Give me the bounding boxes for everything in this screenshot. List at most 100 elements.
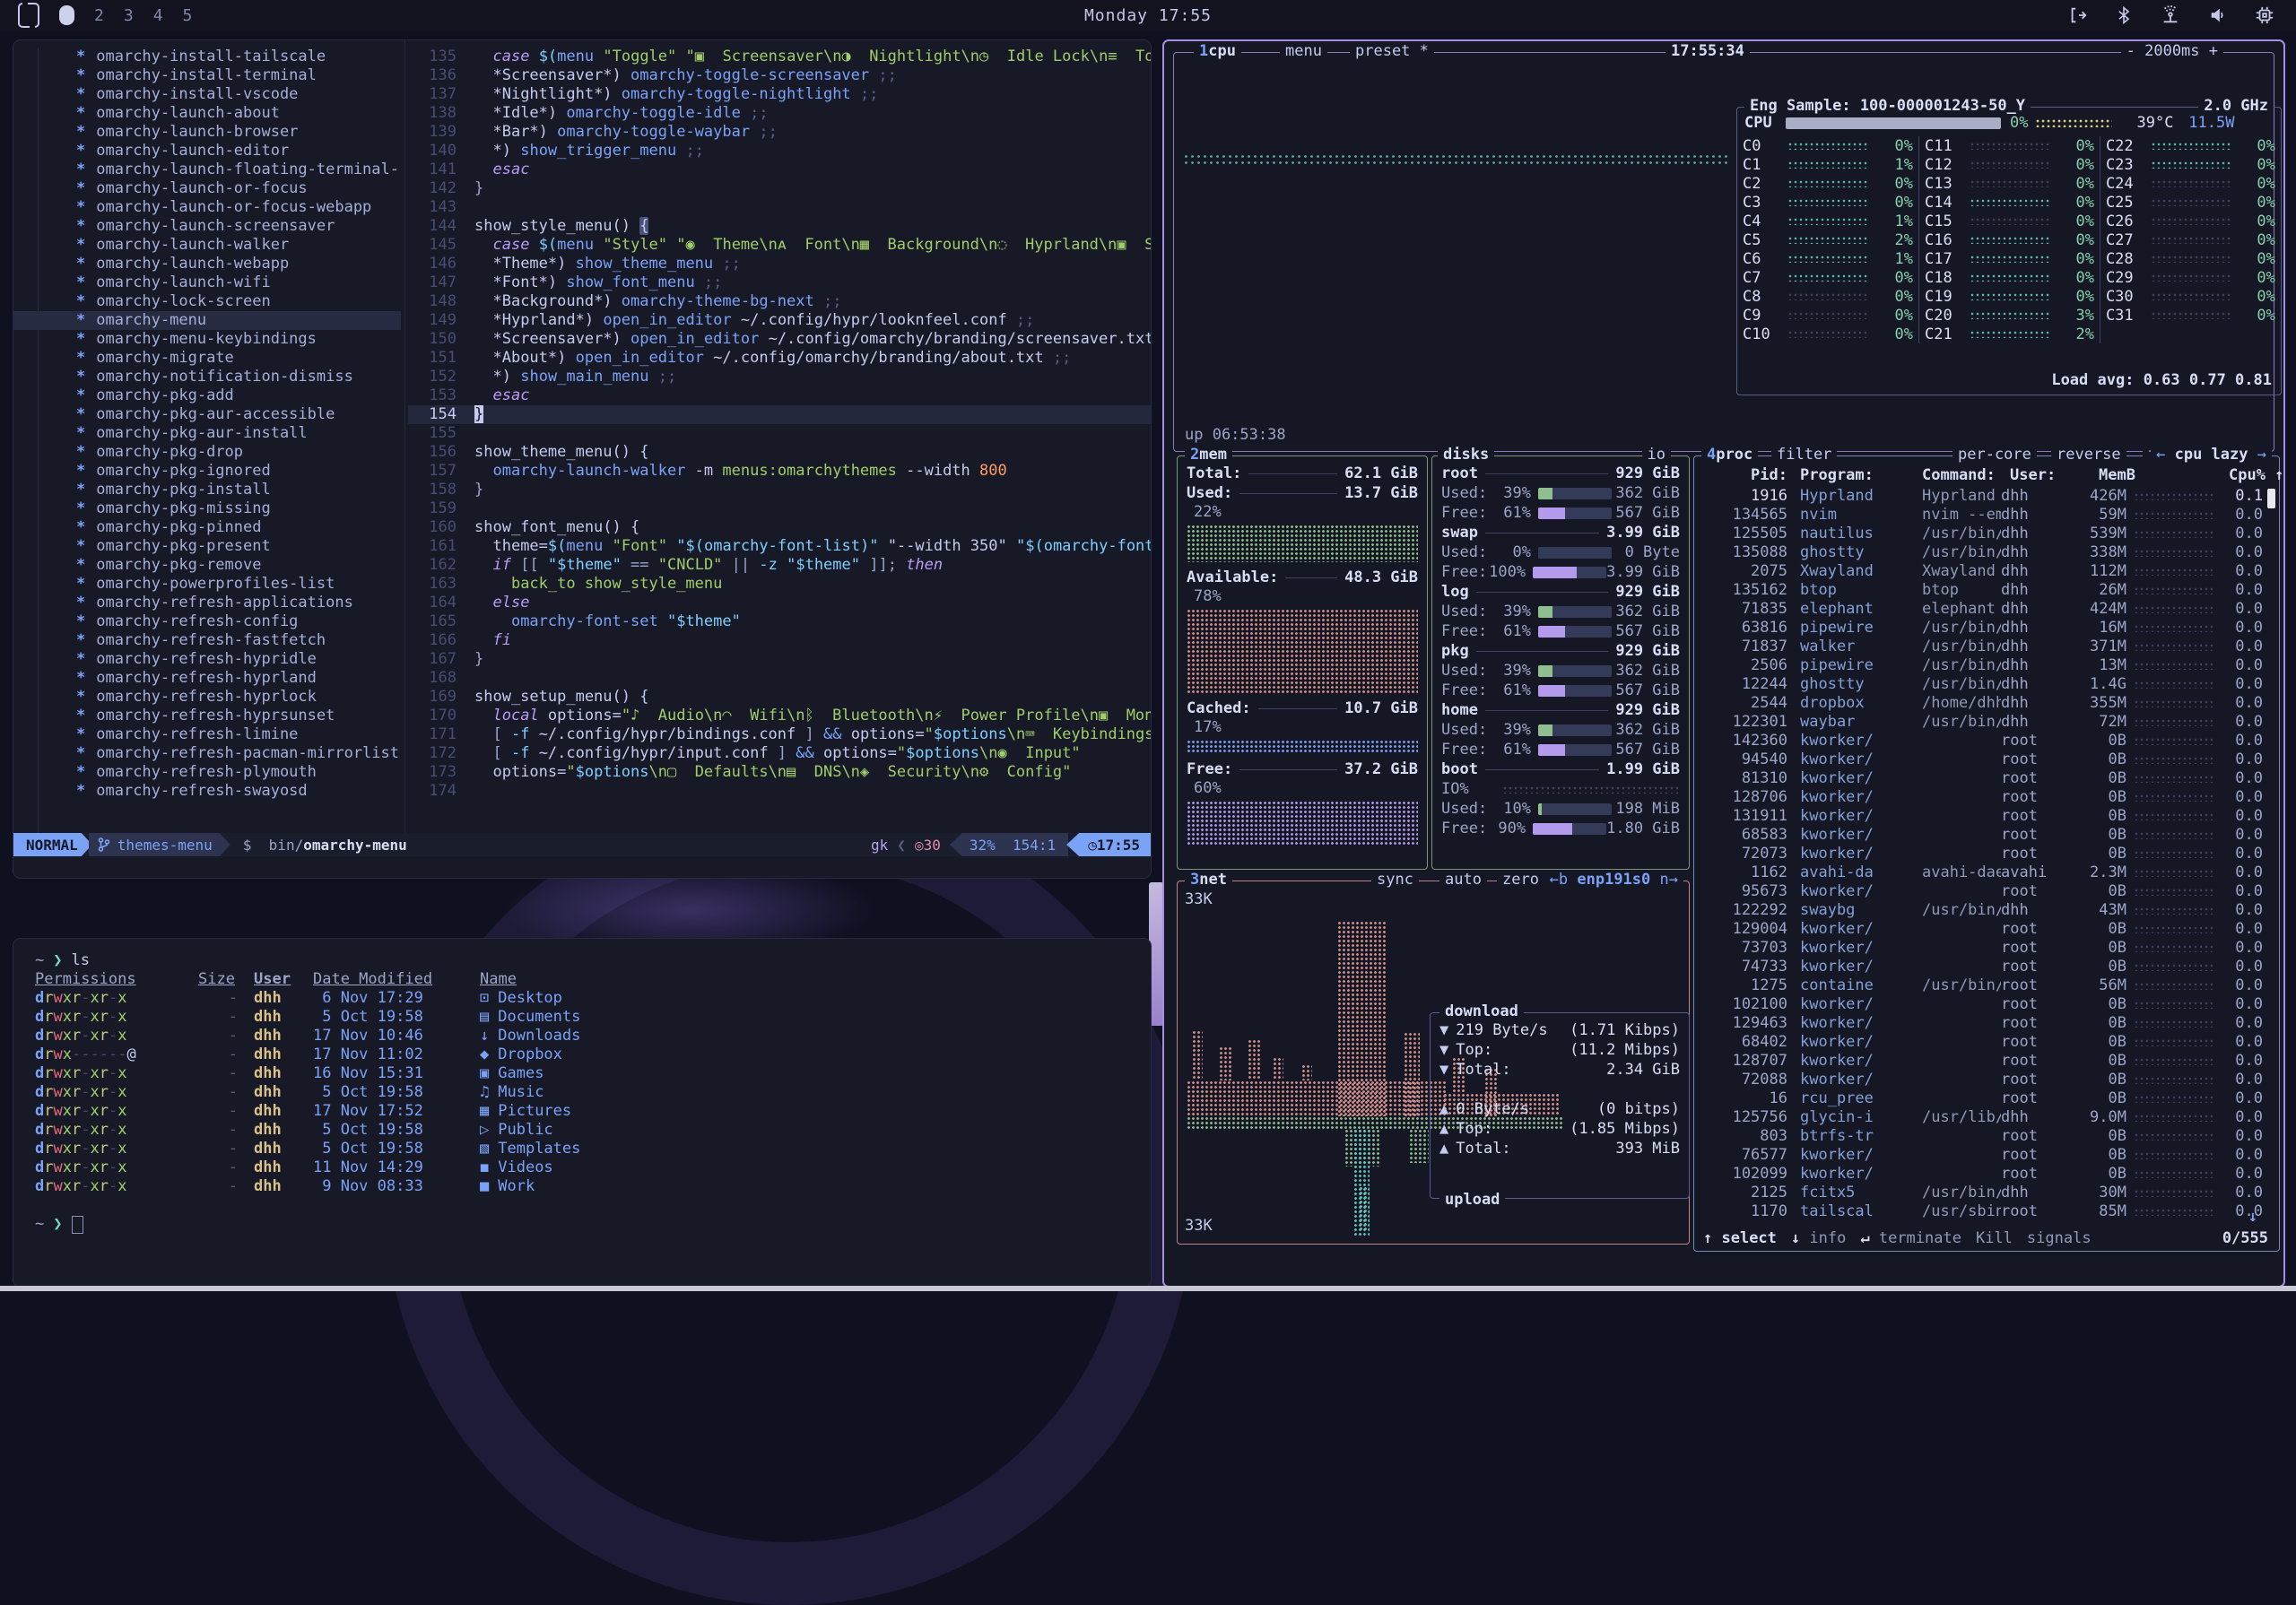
- code-line[interactable]: 164 else: [408, 594, 1151, 612]
- code-line[interactable]: 159: [408, 499, 1151, 518]
- file-list-item[interactable]: *omarchy-install-vscode: [13, 85, 401, 104]
- process-row[interactable]: 102100kworker/root0B0.0: [1701, 995, 2263, 1014]
- process-row[interactable]: 12244ghostty/usr/bin/ghostty --gtk-dhh1.…: [1701, 675, 2263, 694]
- code-line[interactable]: 139 *Bar*) omarchy-toggle-waybar ;;: [408, 123, 1151, 142]
- file-list-item[interactable]: *omarchy-launch-floating-terminal-: [13, 160, 401, 179]
- file-list-item[interactable]: *omarchy-launch-screensaver: [13, 217, 401, 236]
- code-line[interactable]: 144show_style_menu() {: [408, 217, 1151, 236]
- process-row[interactable]: 803btrfs-trroot0B0.0: [1701, 1127, 2263, 1146]
- code-line[interactable]: 174: [408, 782, 1151, 801]
- terminal-cursor[interactable]: [72, 1216, 83, 1234]
- file-list-item[interactable]: *omarchy-launch-wifi: [13, 273, 401, 292]
- file-list-item[interactable]: *omarchy-pkg-ignored: [13, 462, 401, 481]
- code-line[interactable]: 162 if [[ "$theme" == "CNCLD" || -z "$th…: [408, 556, 1151, 575]
- process-row[interactable]: 102099kworker/root0B0.0: [1701, 1165, 2263, 1184]
- file-list-item[interactable]: *omarchy-launch-walker: [13, 236, 401, 255]
- sort-selector[interactable]: ← cpu lazy →: [2151, 446, 2272, 464]
- code-line[interactable]: 145 case $(menu "Style" "◉ Theme\nᴀ Font…: [408, 236, 1151, 255]
- reverse-button[interactable]: reverse: [2051, 446, 2126, 464]
- code-line[interactable]: 168: [408, 669, 1151, 688]
- code-line[interactable]: 148 *Background*) omarchy-theme-bg-next …: [408, 292, 1151, 311]
- code-line[interactable]: 167}: [408, 650, 1151, 669]
- process-row[interactable]: 71837walker/usr/bin/walker --gappldhh371…: [1701, 638, 2263, 656]
- code-line[interactable]: 147 *Font*) show_font_menu ;;: [408, 273, 1151, 292]
- file-list-item[interactable]: *omarchy-pkg-present: [13, 537, 401, 556]
- file-list-item[interactable]: *omarchy-powerprofiles-list: [13, 575, 401, 594]
- volume-icon[interactable]: [2208, 5, 2228, 25]
- code-line[interactable]: 171 [ -f ~/.config/hypr/bindings.conf ] …: [408, 725, 1151, 744]
- file-list-item[interactable]: *omarchy-pkg-pinned: [13, 518, 401, 537]
- logout-icon[interactable]: [2068, 5, 2088, 25]
- file-list-item[interactable]: *omarchy-refresh-config: [13, 612, 401, 631]
- process-row[interactable]: 95673kworker/root0B0.0: [1701, 882, 2263, 901]
- tab-proc[interactable]: 4proc: [1701, 446, 1758, 464]
- code-line[interactable]: 136 *Screensaver*) omarchy-toggle-screen…: [408, 66, 1151, 85]
- process-row[interactable]: 74733kworker/root0B0.0: [1701, 958, 2263, 976]
- process-row[interactable]: 73703kworker/root0B0.0: [1701, 939, 2263, 958]
- proc-column-header[interactable]: MemB: [2082, 465, 2135, 485]
- process-row[interactable]: 81310kworker/root0B0.0: [1701, 769, 2263, 788]
- process-row[interactable]: 76577kworker/root0B0.0: [1701, 1146, 2263, 1165]
- proc-column-header[interactable]: User:: [2010, 465, 2082, 485]
- process-row[interactable]: 2506pipewire/usr/bin/pipewire-pulsedhh13…: [1701, 656, 2263, 675]
- chip-icon[interactable]: [2255, 5, 2274, 25]
- code-line[interactable]: 172 [ -f ~/.config/hypr/input.conf ] && …: [408, 744, 1151, 763]
- code-line[interactable]: 154}: [408, 405, 1151, 424]
- code-line[interactable]: 140 *) show_trigger_menu ;;: [408, 142, 1151, 160]
- footer-key[interactable]: ↓: [1791, 1229, 1809, 1247]
- file-list-item[interactable]: *omarchy-refresh-fastfetch: [13, 631, 401, 650]
- process-row[interactable]: 122292swaybg/usr/bin/swaybg -i /homdhh43…: [1701, 901, 2263, 920]
- file-list-item[interactable]: *omarchy-launch-about: [13, 104, 401, 123]
- file-list-item[interactable]: *omarchy-refresh-limine: [13, 725, 401, 744]
- auto-button[interactable]: auto: [1439, 871, 1487, 889]
- process-row[interactable]: 131911kworker/root0B0.0: [1701, 807, 2263, 826]
- process-row[interactable]: 128706kworker/root0B0.0: [1701, 788, 2263, 807]
- code-line[interactable]: 150 *Screensaver*) open_in_editor ~/.con…: [408, 330, 1151, 349]
- terminal-window[interactable]: ~❯ls PermissionsSizeUserDate ModifiedNam…: [13, 938, 1152, 1288]
- pane-separator[interactable]: [404, 40, 405, 833]
- process-row[interactable]: 68583kworker/root0B0.0: [1701, 826, 2263, 845]
- file-list-item[interactable]: *omarchy-pkg-add: [13, 386, 401, 405]
- code-line[interactable]: 135 case $(menu "Toggle" "▣ Screensaver\…: [408, 48, 1151, 66]
- preset-button[interactable]: preset *: [1350, 42, 1434, 60]
- file-list-item[interactable]: *omarchy-refresh-pacman-mirrorlist: [13, 744, 401, 763]
- per-core-button[interactable]: per-core: [1952, 446, 2037, 464]
- menu-button[interactable]: menu: [1280, 42, 1327, 60]
- footer-key[interactable]: ↑: [1703, 1229, 1721, 1247]
- file-list-item[interactable]: *omarchy-refresh-hyprland: [13, 669, 401, 688]
- file-list-item[interactable]: *omarchy-launch-or-focus-webapp: [13, 198, 401, 217]
- code-line[interactable]: 142}: [408, 179, 1151, 198]
- file-list-item[interactable]: *omarchy-refresh-hypridle: [13, 650, 401, 669]
- code-line[interactable]: 141 esac: [408, 160, 1151, 179]
- code-line[interactable]: 149 *Hyprland*) open_in_editor ~/.config…: [408, 311, 1151, 330]
- code-line[interactable]: 161 theme=$(menu "Font" "$(omarchy-font-…: [408, 537, 1151, 556]
- code-line[interactable]: 156show_theme_menu() {: [408, 443, 1151, 462]
- code-line[interactable]: 158}: [408, 481, 1151, 499]
- code-line[interactable]: 157 omarchy-launch-walker -m menus:omarc…: [408, 462, 1151, 481]
- process-row[interactable]: 1916HyprlandHyprlanddhh426M0.1: [1701, 487, 2263, 506]
- disks-title[interactable]: disks: [1438, 446, 1494, 464]
- update-interval[interactable]: - 2000ms +: [2121, 42, 2223, 60]
- net-interface[interactable]: ←b enp191s0 n→: [1544, 871, 1683, 889]
- file-list-item[interactable]: *omarchy-refresh-hyprsunset: [13, 707, 401, 725]
- proc-scrollbar[interactable]: [2267, 489, 2275, 508]
- file-list-item[interactable]: *omarchy-launch-webapp: [13, 255, 401, 273]
- file-list-item[interactable]: *omarchy-pkg-install: [13, 481, 401, 499]
- filter-button[interactable]: filter: [1771, 446, 1837, 464]
- footer-key[interactable]: ↵: [1860, 1229, 1878, 1247]
- process-row[interactable]: 129004kworker/root0B0.0: [1701, 920, 2263, 939]
- process-row[interactable]: 94540kworker/root0B0.0: [1701, 750, 2263, 769]
- file-list-item[interactable]: *omarchy-refresh-swayosd: [13, 782, 401, 801]
- file-list-item[interactable]: *omarchy-pkg-remove: [13, 556, 401, 575]
- file-list-item[interactable]: *omarchy-lock-screen: [13, 292, 401, 311]
- zero-button[interactable]: zero: [1497, 871, 1544, 889]
- file-list-item[interactable]: *omarchy-launch-browser: [13, 123, 401, 142]
- process-row[interactable]: 1162avahi-daavahi-daemon: running [avahi…: [1701, 863, 2263, 882]
- file-list-item[interactable]: *omarchy-install-terminal: [13, 66, 401, 85]
- process-row[interactable]: 1170tailscal/usr/sbin/tailscaled --root8…: [1701, 1202, 2263, 1221]
- file-list-item[interactable]: *omarchy-launch-or-focus: [13, 179, 401, 198]
- file-list-item[interactable]: *omarchy-launch-editor: [13, 142, 401, 160]
- process-row[interactable]: 72088kworker/root0B0.0: [1701, 1071, 2263, 1089]
- file-list-item[interactable]: *omarchy-notification-dismiss: [13, 368, 401, 386]
- process-row[interactable]: 128707kworker/root0B0.0: [1701, 1052, 2263, 1071]
